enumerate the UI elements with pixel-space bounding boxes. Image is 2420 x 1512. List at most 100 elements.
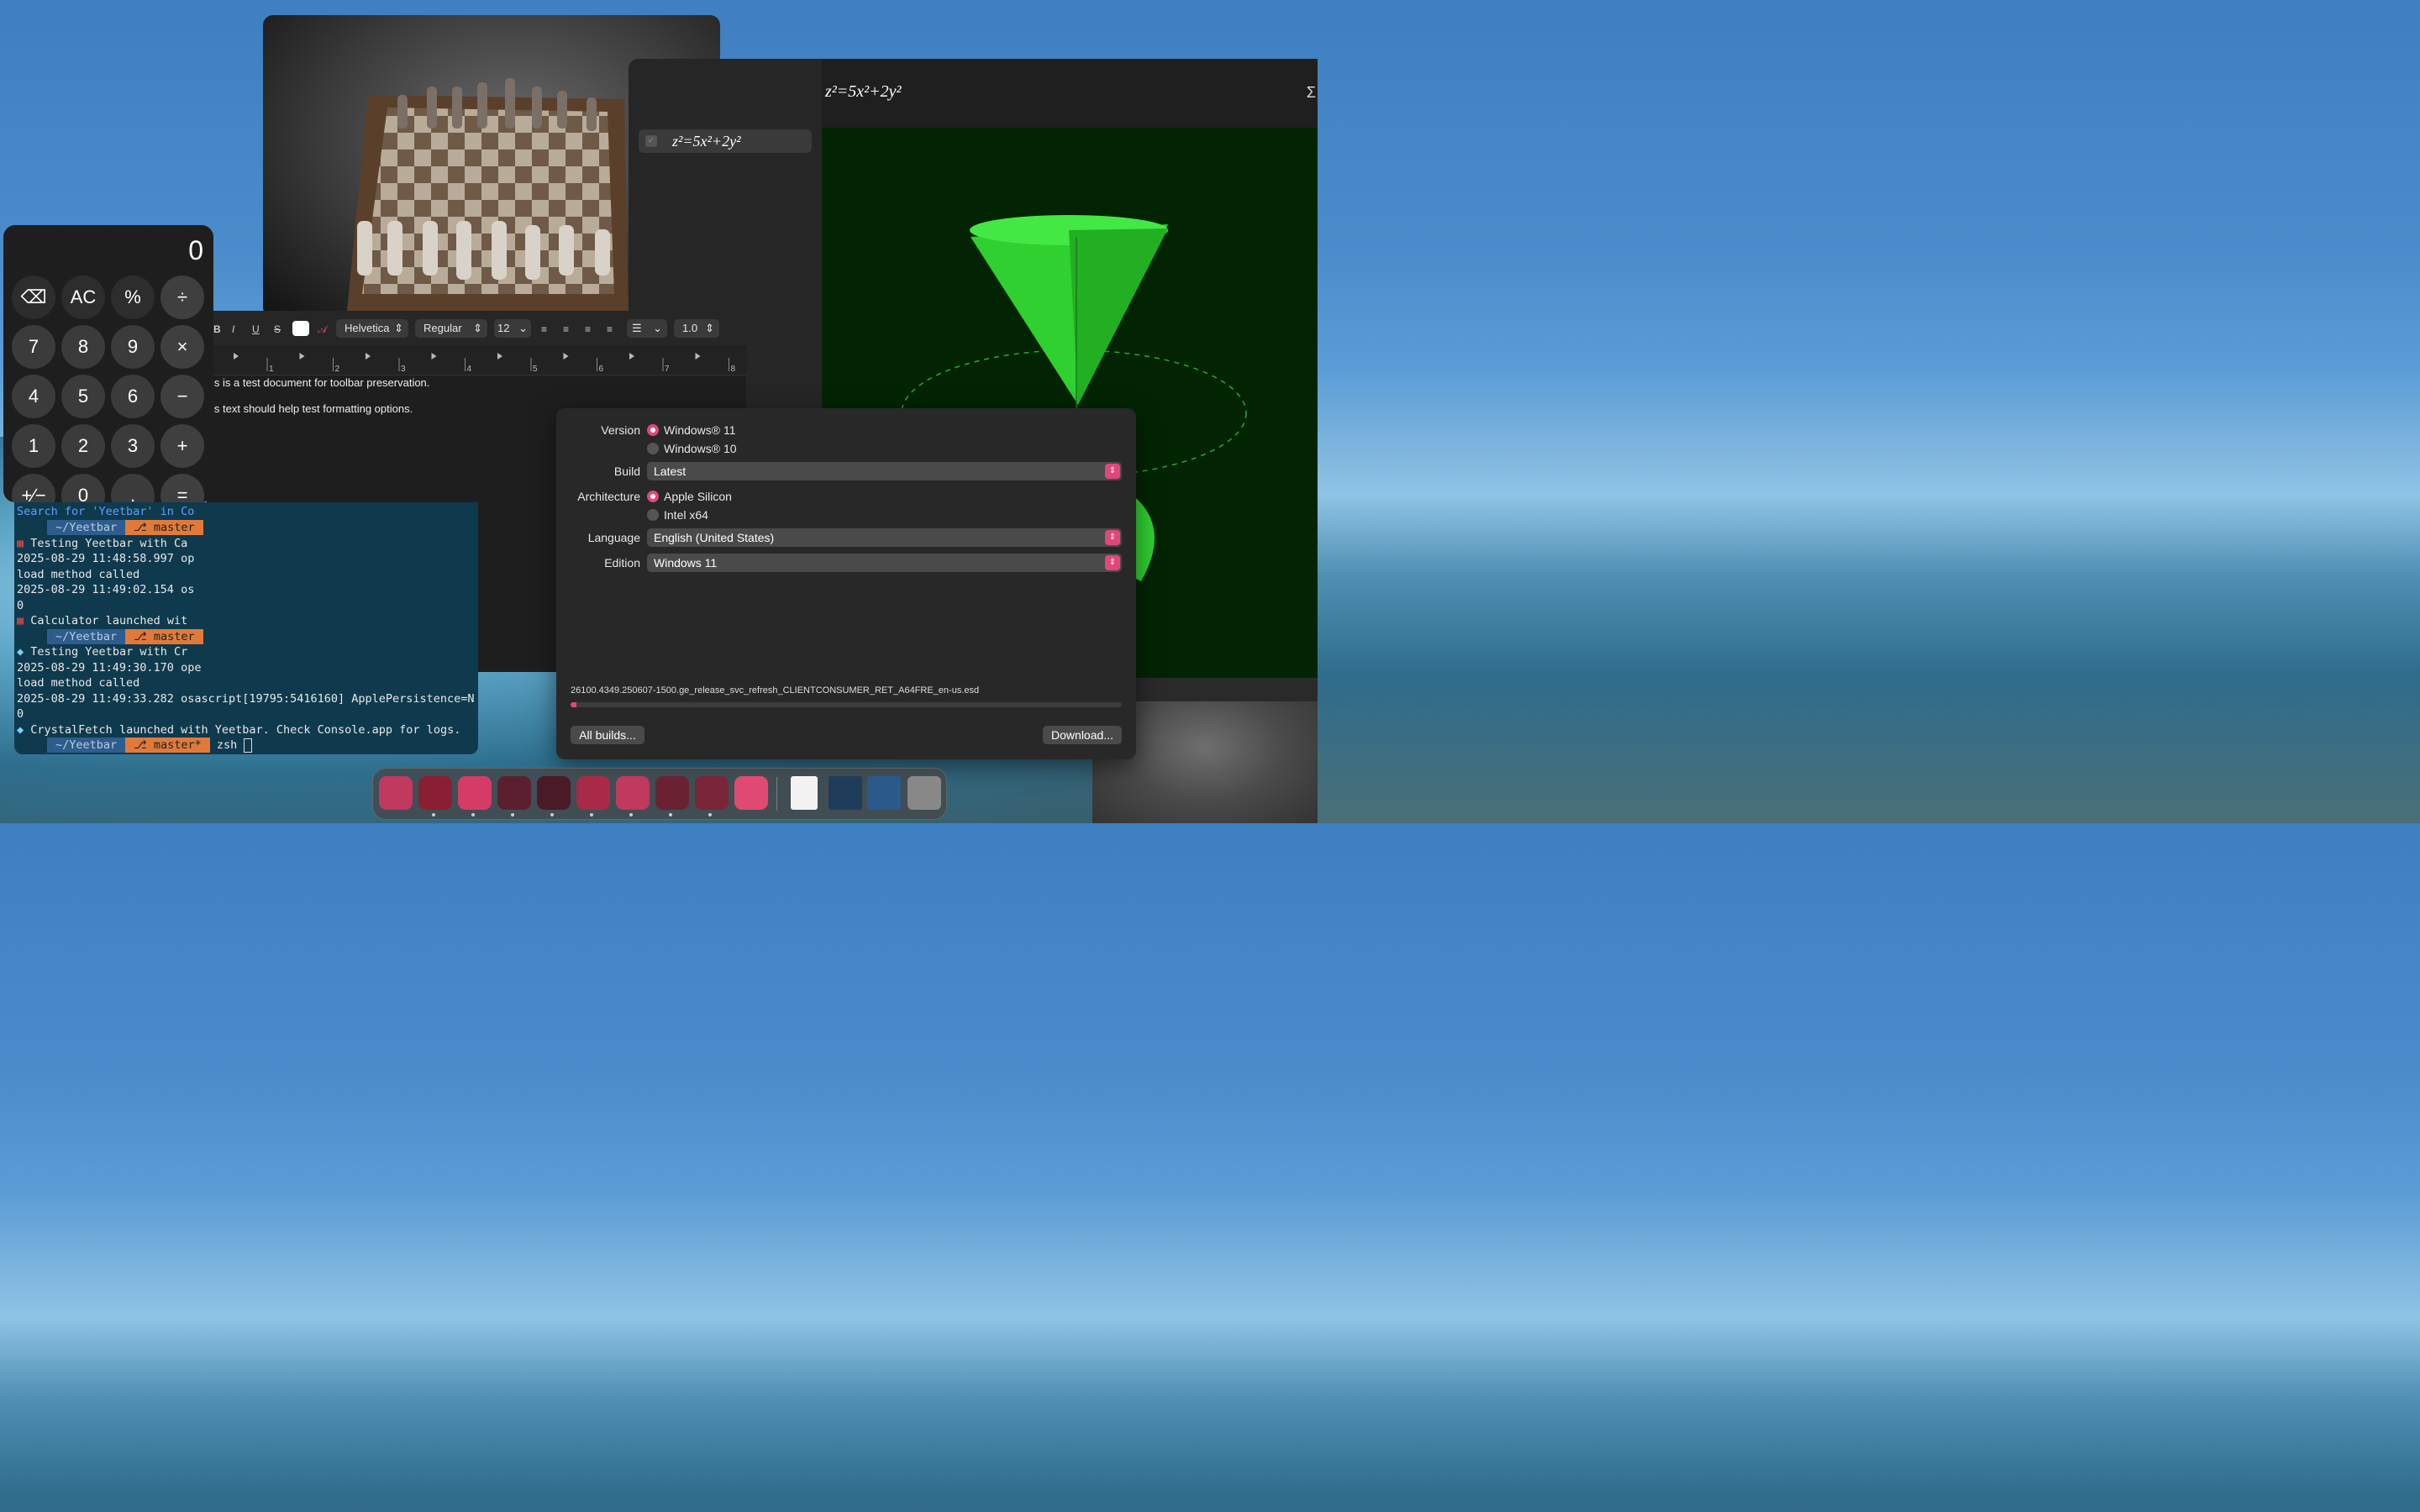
tab-stop-icon xyxy=(563,353,569,360)
underline-button[interactable]: U xyxy=(252,321,260,338)
terminal-window[interactable]: Search for 'Yeetbar' in Co ~/Yeetbar ⎇ ma… xyxy=(14,502,478,754)
download-filename: 26100.4349.250607-1500.ge_release_svc_re… xyxy=(571,685,980,696)
radio-apple-silicon-label[interactable]: Apple Silicon xyxy=(664,490,732,503)
dock-separator xyxy=(776,777,777,811)
terminal-cursor xyxy=(244,738,253,753)
list-style-select[interactable]: ☰ ⌄ xyxy=(627,319,667,338)
radio-windows-11[interactable] xyxy=(647,424,659,436)
prompt-dir: ~/Yeetbar xyxy=(47,520,126,535)
radio-apple-silicon[interactable] xyxy=(647,491,659,502)
ruler-number: 6 xyxy=(599,365,604,374)
terminal-text: Testing Yeetbar with Cr xyxy=(30,645,188,659)
app-icon[interactable] xyxy=(576,776,610,810)
search-hint: Search for 'Yeetbar' in Co xyxy=(17,505,195,518)
terminal-command: zsh xyxy=(216,738,238,752)
align-center-icon[interactable]: ≡ xyxy=(563,321,569,338)
yeetbar-icon[interactable] xyxy=(458,776,492,810)
radio-windows-11-label[interactable]: Windows® 11 xyxy=(664,423,736,437)
calculator-display: 0 xyxy=(188,235,203,265)
clear-button[interactable]: AC xyxy=(61,276,105,319)
ruler[interactable]: 1 2 3 4 5 6 7 8 xyxy=(207,348,746,375)
edition-value: Windows 11 xyxy=(654,556,718,570)
font-style-select[interactable]: Regular ⇕ xyxy=(415,319,487,338)
bold-button[interactable]: B xyxy=(213,321,221,338)
document-line-2[interactable]: is text should help test formatting opti… xyxy=(212,402,413,415)
sigma-icon[interactable]: Σ xyxy=(1307,84,1316,102)
radio-intel-x64[interactable] xyxy=(647,509,659,521)
digit-8[interactable]: 8 xyxy=(61,325,105,369)
subtract-button[interactable]: − xyxy=(160,375,204,418)
gem-icon: ◆ xyxy=(17,723,24,737)
gem-icon[interactable] xyxy=(734,776,768,810)
digit-3[interactable]: 3 xyxy=(111,424,155,468)
build-select[interactable]: Latest ⇕ xyxy=(647,462,1122,480)
digit-5[interactable]: 5 xyxy=(61,375,105,418)
edition-label: Edition xyxy=(604,556,640,570)
radio-intel-x64-label[interactable]: Intel x64 xyxy=(664,508,708,522)
updown-icon: ⇕ xyxy=(705,322,714,334)
sidebar-equation[interactable]: z²=5x²+2y² xyxy=(672,133,740,150)
multiply-button[interactable]: × xyxy=(160,325,204,369)
font-size-select[interactable]: 12 ⌄ xyxy=(494,319,531,338)
document-icon[interactable] xyxy=(791,776,818,810)
terminal-line: ▦ Calculator launched wit xyxy=(17,613,187,628)
spreadsheet-icon[interactable] xyxy=(655,776,689,810)
text-color-swatch[interactable] xyxy=(292,321,309,336)
screenshot-icon-2[interactable] xyxy=(867,776,901,810)
font-family-select[interactable]: Helvetica ⇕ xyxy=(336,319,408,338)
add-button[interactable]: + xyxy=(160,424,204,468)
calendar-icon: ▦ xyxy=(17,614,24,627)
calculator-icon[interactable] xyxy=(695,776,729,810)
divide-button[interactable]: ÷ xyxy=(160,276,204,319)
affinity-icon[interactable] xyxy=(418,776,452,810)
digit-1[interactable]: 1 xyxy=(12,424,55,468)
align-left-icon[interactable]: ≡ xyxy=(541,321,547,338)
align-justify-icon[interactable]: ≡ xyxy=(607,321,613,338)
digit-0[interactable]: 0 xyxy=(61,474,105,502)
ruler-number: 5 xyxy=(533,365,538,374)
align-right-icon[interactable]: ≡ xyxy=(585,321,591,338)
all-builds-button[interactable]: All builds... xyxy=(571,726,644,744)
settings-icon[interactable] xyxy=(497,776,531,810)
decimal-button[interactable]: . xyxy=(111,474,155,502)
radio-windows-10[interactable] xyxy=(647,443,659,454)
finder-icon[interactable] xyxy=(379,776,413,810)
backspace-button[interactable]: ⌫ xyxy=(12,276,55,319)
equation-row[interactable]: ✓ z²=5x²+2y² xyxy=(639,129,812,153)
prompt-dir: ~/Yeetbar xyxy=(47,738,126,753)
ruler-number: 1 xyxy=(269,365,274,374)
language-select[interactable]: English (United States) ⇕ xyxy=(647,528,1122,547)
equals-button[interactable]: = xyxy=(160,474,204,502)
radio-windows-10-label[interactable]: Windows® 10 xyxy=(664,442,737,455)
ruler-number: 3 xyxy=(401,365,406,374)
header-equation[interactable]: z²=5x²+2y² xyxy=(825,82,902,102)
build-label: Build xyxy=(613,465,640,478)
digit-7[interactable]: 7 xyxy=(12,325,55,369)
prompt-line: ~/Yeetbar ⎇ master xyxy=(17,629,203,644)
line-spacing-select[interactable]: 1.0 ⇕ xyxy=(674,319,719,338)
digit-9[interactable]: 9 xyxy=(111,325,155,369)
italic-button[interactable]: I xyxy=(232,321,234,338)
console-icon[interactable] xyxy=(537,776,571,810)
edition-select[interactable]: Windows 11 ⇕ xyxy=(647,554,1122,572)
digit-4[interactable]: 4 xyxy=(12,375,55,418)
crystalfetch-window[interactable]: Version Windows® 11 Windows® 10 Build La… xyxy=(556,408,1136,759)
digit-2[interactable]: 2 xyxy=(61,424,105,468)
ribbon-icon[interactable] xyxy=(616,776,650,810)
prompt-branch: ⎇ master* xyxy=(125,738,210,753)
percent-button[interactable]: % xyxy=(111,276,155,319)
updown-icon: ⇕ xyxy=(1105,555,1120,570)
download-button[interactable]: Download... xyxy=(1043,726,1122,744)
screenshot-icon[interactable] xyxy=(829,776,862,810)
negate-button[interactable]: +∕− xyxy=(12,474,55,502)
prompt-branch: ⎇ master xyxy=(125,629,203,644)
clear-format-icon[interactable]: 𝒜 xyxy=(318,321,327,338)
trash-icon[interactable] xyxy=(908,776,941,810)
checkbox-icon[interactable]: ✓ xyxy=(645,135,657,147)
strikethrough-button[interactable]: S xyxy=(274,321,281,338)
document-line-1[interactable]: is is a test document for toolbar preser… xyxy=(212,376,429,389)
calculator-window[interactable]: 0 ⌫ AC% ÷ 7 8 9 × 4 5 6−1 2 3 + +∕− 0. = xyxy=(3,225,213,502)
updown-icon: ⇕ xyxy=(473,322,482,334)
prompt-line[interactable]: ~/Yeetbar ⎇ master* zsh xyxy=(17,738,253,753)
digit-6[interactable]: 6 xyxy=(111,375,155,418)
